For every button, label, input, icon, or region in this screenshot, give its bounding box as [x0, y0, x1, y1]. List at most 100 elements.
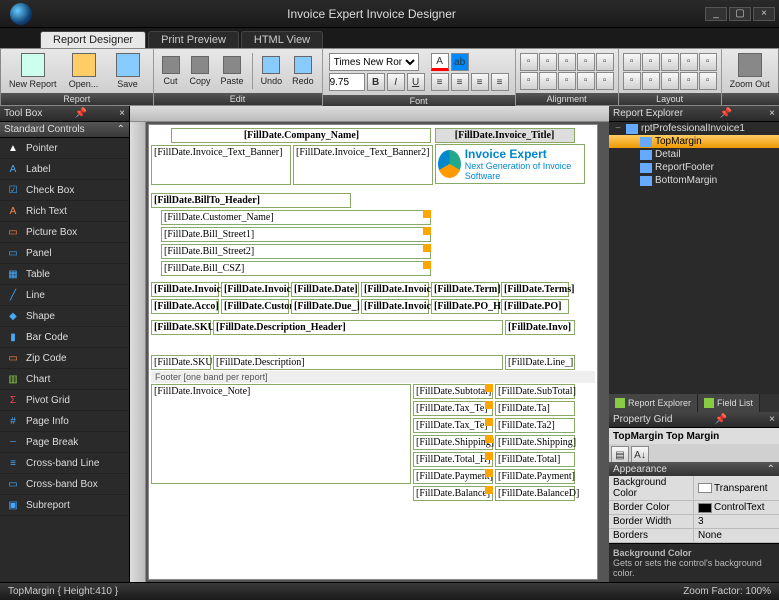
tab-report-designer[interactable]: Report Designer — [40, 31, 146, 48]
prop-value-1[interactable]: ControlText — [694, 501, 779, 514]
toolbox-item-zip-code[interactable]: ▭Zip Code — [0, 348, 129, 369]
field-meta1-1[interactable]: [FillDate.Invoice#] — [221, 282, 289, 297]
toolbox-item-page-break[interactable]: ┄Page Break — [0, 432, 129, 453]
maximize-button[interactable]: ▢ — [729, 7, 751, 21]
align-left-button[interactable]: ≡ — [431, 73, 449, 91]
toolbox-item-label[interactable]: ALabel — [0, 159, 129, 180]
field-total-value-4[interactable]: [FillDate.Total] — [495, 452, 575, 467]
toolbox-item-table[interactable]: ▦Table — [0, 264, 129, 285]
layout-btns-5[interactable]: ▫ — [623, 72, 641, 90]
italic-button[interactable]: I — [387, 73, 405, 91]
layout-btns-7[interactable]: ▫ — [661, 72, 679, 90]
toolbox-item-pointer[interactable]: ▲Pointer — [0, 138, 129, 159]
prop-value-2[interactable]: 3 — [694, 515, 779, 528]
align-btns-4[interactable]: ▫ — [596, 53, 614, 71]
layout-btns-9[interactable]: ▫ — [699, 72, 717, 90]
toolbox-item-chart[interactable]: ▥Chart — [0, 369, 129, 390]
align-right-button[interactable]: ≡ — [471, 73, 489, 91]
toolbox-item-rich-text[interactable]: ARich Text — [0, 201, 129, 222]
layout-btns-6[interactable]: ▫ — [642, 72, 660, 90]
field-total-value-6[interactable]: [FillDate.BalanceD] — [495, 486, 575, 501]
save-button[interactable]: Save — [107, 51, 149, 91]
field-total-label-3[interactable]: [FillDate.Shipping] — [413, 435, 493, 450]
field-total-label-5[interactable]: [FillDate.Payment] — [413, 469, 493, 484]
toolbox-item-shape[interactable]: ◆Shape — [0, 306, 129, 327]
toolbox-item-bar-code[interactable]: ▮Bar Code — [0, 327, 129, 348]
layout-btns-2[interactable]: ▫ — [661, 53, 679, 71]
logo-image[interactable]: Invoice ExpertNext Generation of Invoice… — [435, 144, 585, 184]
field-meta2-1[interactable]: [FillDate.Custom#] — [221, 299, 289, 314]
field-billto-0[interactable]: [FillDate.Customer_Name] — [161, 210, 431, 225]
field-meta1-4[interactable]: [FillDate.Term] — [431, 282, 499, 297]
layout-btns-8[interactable]: ▫ — [680, 72, 698, 90]
field-inv-header[interactable]: [FillDate.Invo] — [505, 320, 575, 335]
toolbox-item-picture-box[interactable]: ▭Picture Box — [0, 222, 129, 243]
align-center-button[interactable]: ≡ — [451, 73, 469, 91]
tree-node-topmargin[interactable]: TopMargin — [609, 135, 779, 148]
toolbox-item-check-box[interactable]: ☑Check Box — [0, 180, 129, 201]
toolbox-item-subreport[interactable]: ▣Subreport — [0, 495, 129, 516]
toolbox-collapse-icon[interactable]: ⌃ — [117, 124, 125, 135]
align-btns-8[interactable]: ▫ — [577, 72, 595, 90]
backcolor-button[interactable]: ab — [451, 53, 469, 71]
toolbox-item-pivot-grid[interactable]: ΣPivot Grid — [0, 390, 129, 411]
field-desc[interactable]: [FillDate.Description] — [213, 355, 503, 370]
field-billto-3[interactable]: [FillDate.Bill_CSZ] — [161, 261, 431, 276]
font-family-select[interactable]: Times New Roman — [329, 53, 419, 71]
cut-button[interactable]: Cut — [158, 51, 184, 91]
layout-btns-3[interactable]: ▫ — [680, 53, 698, 71]
field-meta2-5[interactable]: [FillDate.PO] — [501, 299, 569, 314]
field-line[interactable]: [FillDate.Line_] — [505, 355, 575, 370]
toolbox-close-icon[interactable]: × — [119, 108, 125, 119]
forecolor-button[interactable]: A — [431, 53, 449, 71]
redo-button[interactable]: Redo — [288, 51, 318, 91]
prop-value-3[interactable]: None — [694, 529, 779, 542]
underline-button[interactable]: U — [407, 73, 425, 91]
toolbox-item-cross-band-box[interactable]: ▭Cross-band Box — [0, 474, 129, 495]
explorer-pin-icon[interactable]: 📌 — [720, 108, 732, 119]
close-button[interactable]: × — [753, 7, 775, 21]
align-btns-2[interactable]: ▫ — [558, 53, 576, 71]
copy-button[interactable]: Copy — [186, 51, 215, 91]
font-size-input[interactable] — [329, 73, 365, 91]
tab-html-view[interactable]: HTML View — [241, 31, 323, 48]
align-btns-6[interactable]: ▫ — [539, 72, 557, 90]
field-billto-2[interactable]: [FillDate.Bill_Street2] — [161, 244, 431, 259]
align-btns-0[interactable]: ▫ — [520, 53, 538, 71]
tree-expand-icon[interactable]: − — [613, 123, 623, 134]
field-sku[interactable]: [FillDate.SKU] — [151, 355, 211, 370]
bold-button[interactable]: B — [367, 73, 385, 91]
field-desc-header[interactable]: [FillDate.Description_Header] — [213, 320, 503, 335]
field-meta1-2[interactable]: [FillDate.Date] — [291, 282, 359, 297]
tree-node-rptprofessionalinvoice1[interactable]: −rptProfessionalInvoice1 — [609, 122, 779, 135]
toolbox-item-page-info[interactable]: #Page Info — [0, 411, 129, 432]
design-surface[interactable]: [FillDate.Company_Name] [FillDate.Invoic… — [130, 106, 609, 582]
toolbox-pin-icon[interactable]: 📌 — [75, 108, 87, 119]
propgrid-collapse-icon[interactable]: ⌃ — [767, 464, 775, 475]
layout-btns-0[interactable]: ▫ — [623, 53, 641, 71]
propgrid-pin-icon[interactable]: 📌 — [715, 414, 727, 425]
field-meta2-0[interactable]: [FillDate.Acco] — [151, 299, 219, 314]
toolbox-item-panel[interactable]: ▭Panel — [0, 243, 129, 264]
field-invoice-note[interactable]: [FillDate.Invoice_Note] — [151, 384, 411, 484]
align-justify-button[interactable]: ≡ — [491, 73, 509, 91]
tree-node-reportfooter[interactable]: ReportFooter — [609, 161, 779, 174]
field-total-label-2[interactable]: [FillDate.Tax_Te] — [413, 418, 493, 433]
toolbox-item-line[interactable]: ╱Line — [0, 285, 129, 306]
tree-node-bottommargin[interactable]: BottomMargin — [609, 174, 779, 187]
field-billto-header[interactable]: [FillDate.BillTo_Header] — [151, 193, 351, 208]
app-menu-orb[interactable] — [10, 3, 32, 25]
zoom-out-button[interactable]: Zoom Out — [726, 51, 774, 91]
field-total-label-0[interactable]: [FillDate.Subtotal] — [413, 384, 493, 399]
field-total-value-1[interactable]: [FillDate.Ta] — [495, 401, 575, 416]
field-total-label-6[interactable]: [FillDate.Balance] — [413, 486, 493, 501]
field-meta2-3[interactable]: [FillDate.Invoice] — [361, 299, 429, 314]
field-total-value-2[interactable]: [FillDate.Ta2] — [495, 418, 575, 433]
tree-node-detail[interactable]: Detail — [609, 148, 779, 161]
field-total-label-4[interactable]: [FillDate.Total_H] — [413, 452, 493, 467]
explorer-close-icon[interactable]: × — [769, 108, 775, 119]
field-banner2[interactable]: [FillDate.Invoice_Text_Banner2] — [293, 145, 433, 185]
field-total-value-0[interactable]: [FillDate.SubTotal] — [495, 384, 575, 399]
field-total-value-3[interactable]: [FillDate.Shipping] — [495, 435, 575, 450]
align-btns-5[interactable]: ▫ — [520, 72, 538, 90]
